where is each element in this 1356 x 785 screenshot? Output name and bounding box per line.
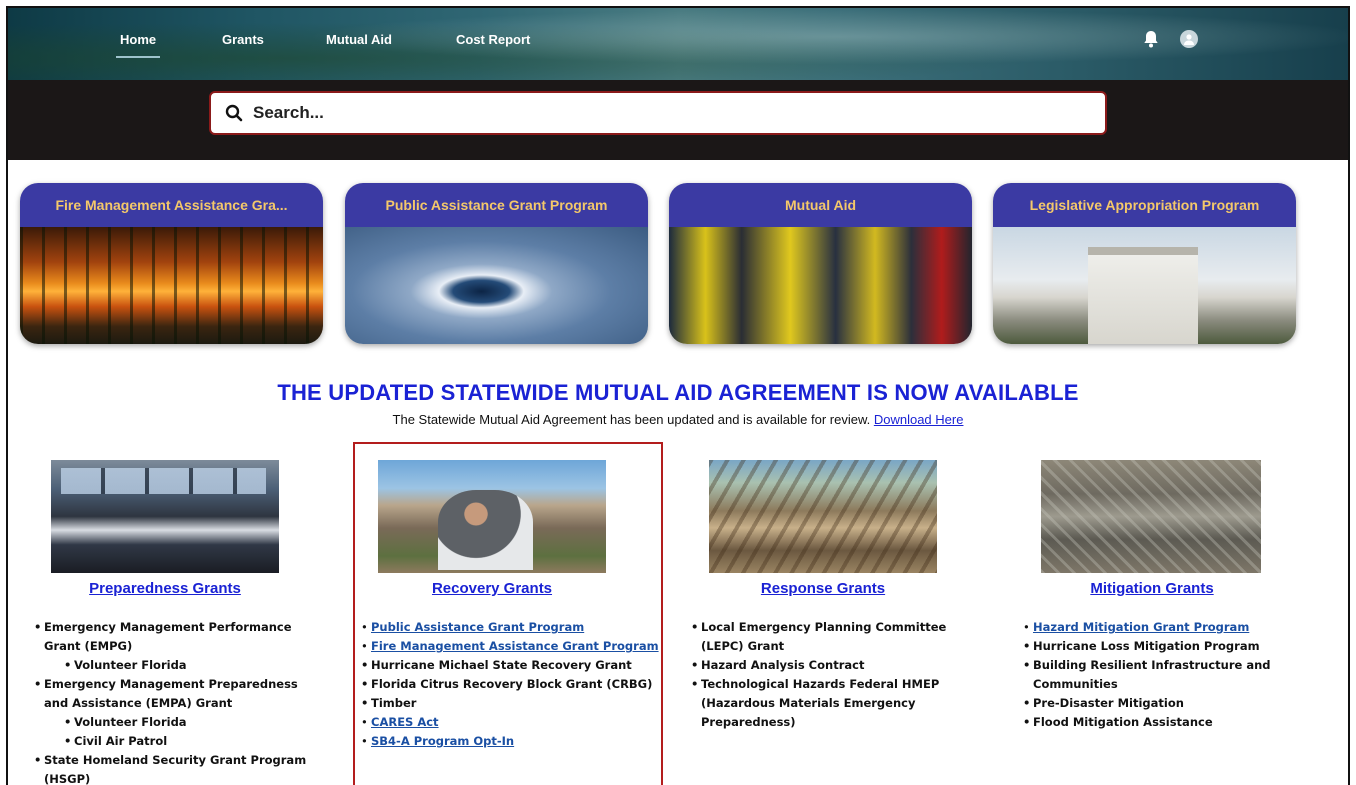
list-item: Flood Mitigation Assistance — [1023, 713, 1303, 732]
rescue-workers-image — [669, 227, 972, 344]
tile-legislative-appropriation[interactable]: Legislative Appropriation Program — [993, 183, 1296, 344]
list-item: Emergency Management Preparedness and As… — [34, 675, 324, 713]
preparedness-photo — [51, 460, 279, 573]
tile-title: Mutual Aid — [669, 183, 972, 227]
download-here-link[interactable]: Download Here — [874, 412, 964, 427]
tile-title: Legislative Appropriation Program — [993, 183, 1296, 227]
search-icon — [225, 104, 243, 122]
response-list: Local Emergency Planning Committee (LEPC… — [691, 618, 981, 732]
page-frame: Home Grants Mutual Aid Cost Report Fire … — [6, 6, 1350, 785]
tile-title: Public Assistance Grant Program — [345, 183, 648, 227]
tile-fire-management[interactable]: Fire Management Assistance Gra... — [20, 183, 323, 344]
list-item: Pre-Disaster Mitigation — [1023, 694, 1303, 713]
list-item: Emergency Management Performance Grant (… — [34, 618, 324, 656]
list-item: Hurricane Loss Mitigation Program — [1023, 637, 1303, 656]
response-photo — [709, 460, 937, 573]
nav-home[interactable]: Home — [115, 32, 161, 58]
list-item: Civil Air Patrol — [34, 732, 324, 751]
announcement-title: THE UPDATED STATEWIDE MUTUAL AID AGREEME… — [277, 380, 1079, 405]
list-item: Technological Hazards Federal HMEP (Haza… — [691, 675, 981, 732]
list-item: Local Emergency Planning Committee (LEPC… — [691, 618, 981, 656]
mitigation-list: Hazard Mitigation Grant Program Hurrican… — [1023, 618, 1303, 732]
mitigation-photo — [1041, 460, 1261, 573]
list-item: Volunteer Florida — [34, 656, 324, 675]
wildfire-image — [20, 227, 323, 344]
search-band — [8, 80, 1348, 160]
list-item: State Homeland Security Grant Program (H… — [34, 751, 324, 785]
search-box[interactable] — [209, 91, 1107, 135]
list-item: Hazard Analysis Contract — [691, 656, 981, 675]
capitol-image — [993, 227, 1296, 344]
nav-cost-report[interactable]: Cost Report — [456, 32, 530, 47]
preparedness-grants-link[interactable]: Preparedness Grants — [51, 580, 279, 597]
recovery-highlight-box — [353, 442, 663, 785]
search-input[interactable] — [253, 103, 1053, 123]
hurricane-image — [345, 227, 648, 344]
avatar-icon[interactable] — [1180, 30, 1198, 48]
bell-icon[interactable] — [1143, 30, 1159, 48]
top-navigation: Home Grants Mutual Aid Cost Report — [8, 8, 1348, 80]
response-grants-link[interactable]: Response Grants — [709, 580, 937, 597]
nav-grants[interactable]: Grants — [222, 32, 264, 47]
announcement-body: The Statewide Mutual Aid Agreement has b… — [392, 412, 874, 427]
list-item: Building Resilient Infrastructure and Co… — [1023, 656, 1303, 694]
preparedness-list: Emergency Management Performance Grant (… — [34, 618, 324, 785]
list-item: Hazard Mitigation Grant Program — [1023, 618, 1303, 637]
announcement-text: The Statewide Mutual Aid Agreement has b… — [8, 412, 1348, 427]
mitigation-grants-link[interactable]: Mitigation Grants — [1038, 580, 1266, 597]
nav-mutual-aid[interactable]: Mutual Aid — [326, 32, 392, 47]
tile-title: Fire Management Assistance Gra... — [20, 183, 323, 227]
tile-public-assistance[interactable]: Public Assistance Grant Program — [345, 183, 648, 344]
tile-mutual-aid[interactable]: Mutual Aid — [669, 183, 972, 344]
list-item: Volunteer Florida — [34, 713, 324, 732]
hazard-mitigation-link[interactable]: Hazard Mitigation Grant Program — [1033, 620, 1249, 634]
